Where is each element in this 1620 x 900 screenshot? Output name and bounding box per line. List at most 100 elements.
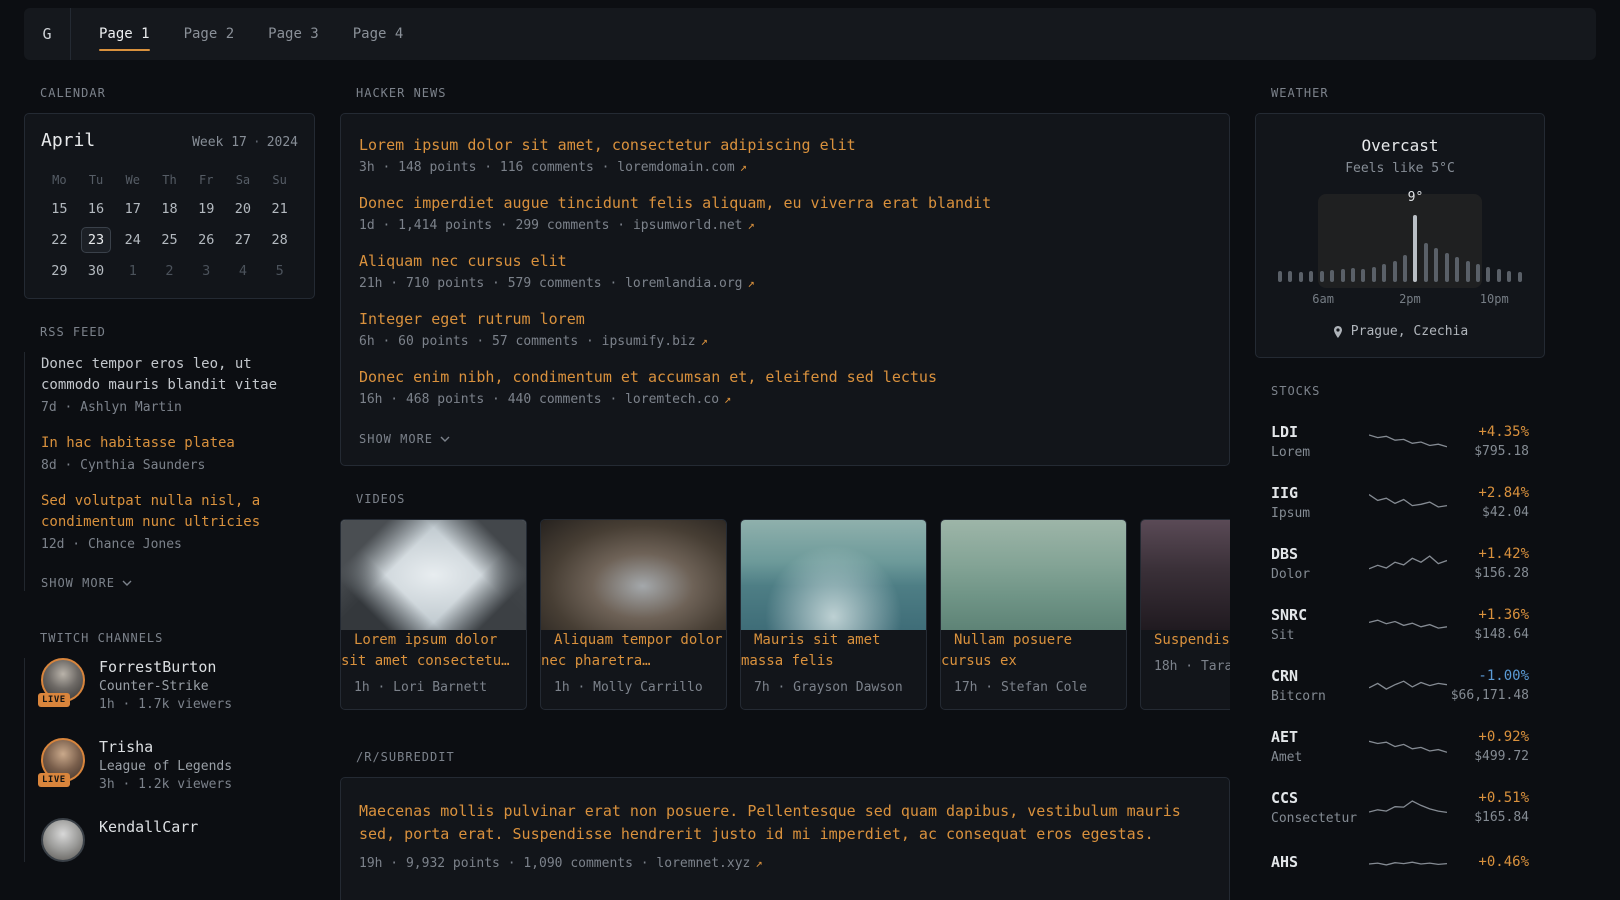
stock-price: $499.72 — [1447, 749, 1529, 764]
external-link-icon: ↗ — [755, 856, 762, 870]
hn-item-domain-link[interactable]: ipsumworld.net↗ — [633, 218, 755, 233]
stock-row[interactable]: AET Amet +0.92% $499.72 — [1255, 716, 1545, 777]
calendar-header: April Week 17·2024 — [41, 130, 298, 151]
stock-row[interactable]: CRN Bitcorn -1.00% $66,171.48 — [1255, 655, 1545, 716]
hn-item: Donec imperdiet augue tincidunt felis al… — [359, 194, 1211, 233]
calendar-day: 1 — [114, 255, 151, 286]
hn-item-domain-link[interactable]: loremtech.co↗ — [625, 392, 731, 407]
hn-item-domain: ipsumworld.net — [633, 218, 743, 233]
calendar-day: 15 — [41, 193, 78, 224]
calendar-widget-title: CALENDAR — [24, 86, 315, 100]
hn-item-domain-link[interactable]: ipsumify.biz↗ — [602, 334, 708, 349]
weather-bar — [1434, 248, 1438, 282]
stock-ticker: CCS — [1271, 789, 1369, 807]
calendar-month: April — [41, 130, 95, 151]
video-card[interactable]: Aliquam tempor dolor nec pharetra… 1h · … — [540, 519, 727, 710]
tab-page-4[interactable]: Page 4 — [353, 8, 404, 60]
stock-row[interactable]: SNRC Sit +1.36% $148.64 — [1255, 594, 1545, 655]
tab-page-1[interactable]: Page 1 — [99, 8, 150, 60]
hn-item-title-link[interactable]: Lorem ipsum dolor sit amet, consectetur … — [359, 136, 856, 154]
video-meta: 1h · Lori Barnett — [341, 672, 526, 709]
video-card[interactable]: Nullam posuere cursus ex 17h · Stefan Co… — [940, 519, 1127, 710]
calendar-day-header: Th — [151, 167, 188, 193]
hn-item: Integer eget rutrum lorem 6h · 60 points… — [359, 310, 1211, 349]
video-title-link[interactable]: Mauris sit amet massa felis — [741, 622, 880, 669]
video-title-link[interactable]: Aliquam tempor dolor nec pharetra… — [541, 622, 723, 669]
weather-time-label: 2pm — [1399, 292, 1421, 306]
video-card[interactable]: Suspendisse diam 18h · Tara — [1140, 519, 1230, 710]
current-temp-label: 9° — [1408, 190, 1424, 205]
hn-item-title-link[interactable]: Integer eget rutrum lorem — [359, 310, 585, 328]
stock-name: Lorem — [1271, 445, 1369, 460]
video-title-link[interactable]: Nullam posuere cursus ex — [941, 622, 1072, 669]
hn-item-meta-text: 6h · 60 points · 57 comments · — [359, 334, 602, 349]
hn-show-more-button[interactable]: SHOW MORE — [359, 432, 450, 446]
rss-item-link[interactable]: Donec tempor eros leo, ut commodo mauris… — [41, 354, 315, 396]
hn-item: Aliquam nec cursus elit 21h · 710 points… — [359, 252, 1211, 291]
stock-symbol-block: AHS — [1271, 853, 1369, 875]
videos-widget: VIDEOS Lorem ipsum dolor sit amet consec… — [340, 492, 1230, 710]
calendar-grid: MoTuWeThFrSaSu15161718192021222324252627… — [41, 167, 298, 286]
calendar-day: 19 — [188, 193, 225, 224]
stock-sparkline — [1369, 794, 1447, 822]
reddit-post-title-link[interactable]: Maecenas mollis pulvinar erat non posuer… — [359, 800, 1189, 847]
reddit-post-domain-link[interactable]: loremnet.xyz↗ — [656, 856, 762, 871]
videos-widget-title: VIDEOS — [340, 492, 1230, 506]
stock-row[interactable]: IIG Ipsum +2.84% $42.04 — [1255, 472, 1545, 533]
hn-item-meta: 1d · 1,414 points · 299 comments · ipsum… — [359, 218, 1211, 233]
rss-show-more-button[interactable]: SHOW MORE — [41, 576, 132, 590]
hn-item-title-link[interactable]: Donec enim nibh, condimentum et accumsan… — [359, 368, 937, 386]
stock-name: Consectetur — [1271, 811, 1369, 826]
stock-ticker: AHS — [1271, 853, 1369, 871]
twitch-channel[interactable]: LIVE Trisha League of Legends 3h · 1.2k … — [41, 738, 315, 792]
tab-label: Page 3 — [268, 26, 319, 42]
external-link-icon: ↗ — [748, 276, 755, 290]
hn-item-meta-text: 1d · 1,414 points · 299 comments · — [359, 218, 633, 233]
calendar-day: 4 — [225, 255, 262, 286]
hn-item-domain: loremlandia.org — [625, 276, 742, 291]
stock-price-block: +0.51% $165.84 — [1447, 790, 1529, 825]
hn-item-title-link[interactable]: Aliquam nec cursus elit — [359, 252, 567, 270]
twitch-channel[interactable]: KendallCarr — [41, 818, 315, 862]
rss-widget-title: RSS FEED — [24, 325, 315, 339]
hn-item-title-link[interactable]: Donec imperdiet augue tincidunt felis al… — [359, 194, 991, 212]
channel-name: ForrestBurton — [99, 658, 232, 676]
weather-bar — [1466, 261, 1470, 282]
video-title-link[interactable]: Suspendisse diam — [1141, 622, 1230, 648]
app-logo[interactable]: G — [24, 8, 71, 60]
weather-chart: 9° — [1276, 190, 1524, 282]
channel-game: League of Legends — [99, 759, 232, 774]
video-title-link[interactable]: Lorem ipsum dolor sit amet consectetu… — [341, 622, 523, 669]
stock-row[interactable]: LDI Lorem +4.35% $795.18 — [1255, 411, 1545, 472]
calendar-day: 18 — [151, 193, 188, 224]
calendar-widget: CALENDAR April Week 17·2024 MoTuWeThFrSa… — [24, 86, 315, 299]
stock-change: +1.36% — [1447, 607, 1529, 623]
calendar-day: 21 — [261, 193, 298, 224]
stock-row[interactable]: AHS +0.46% — [1255, 838, 1545, 890]
stock-symbol-block: LDI Lorem — [1271, 423, 1369, 460]
stock-change: +0.46% — [1447, 854, 1529, 870]
twitch-channel[interactable]: LIVE ForrestBurton Counter-Strike 1h · 1… — [41, 658, 315, 712]
hn-item-meta-text: 21h · 710 points · 579 comments · — [359, 276, 625, 291]
video-card[interactable]: Lorem ipsum dolor sit amet consectetu… 1… — [340, 519, 527, 710]
tab-page-3[interactable]: Page 3 — [268, 8, 319, 60]
hn-item-domain-link[interactable]: loremdomain.com↗ — [617, 160, 747, 175]
video-card[interactable]: Mauris sit amet massa felis 7h · Grayson… — [740, 519, 927, 710]
hn-item-domain-link[interactable]: loremlandia.org ↗ — [625, 276, 755, 291]
weather-bar — [1278, 271, 1282, 282]
weather-bar — [1299, 272, 1303, 282]
page-tabs: Page 1 Page 2 Page 3 Page 4 — [99, 8, 403, 60]
stock-price: $795.18 — [1447, 444, 1529, 459]
rss-item-link[interactable]: In hac habitasse platea — [41, 433, 315, 454]
calendar-day: 23 — [78, 224, 115, 255]
stock-row[interactable]: CCS Consectetur +0.51% $165.84 — [1255, 777, 1545, 838]
hn-item-meta: 16h · 468 points · 440 comments · loremt… — [359, 392, 1211, 407]
tab-page-2[interactable]: Page 2 — [184, 8, 235, 60]
weather-bar — [1497, 269, 1501, 282]
rss-item-link[interactable]: Sed volutpat nulla nisl, a condimentum n… — [41, 491, 315, 533]
stock-ticker: LDI — [1271, 423, 1369, 441]
hn-item-meta-text: 16h · 468 points · 440 comments · — [359, 392, 625, 407]
twitch-channel-list: LIVE ForrestBurton Counter-Strike 1h · 1… — [24, 658, 315, 862]
stock-row[interactable]: DBS Dolor +1.42% $156.28 — [1255, 533, 1545, 594]
video-meta: 7h · Grayson Dawson — [741, 672, 926, 709]
